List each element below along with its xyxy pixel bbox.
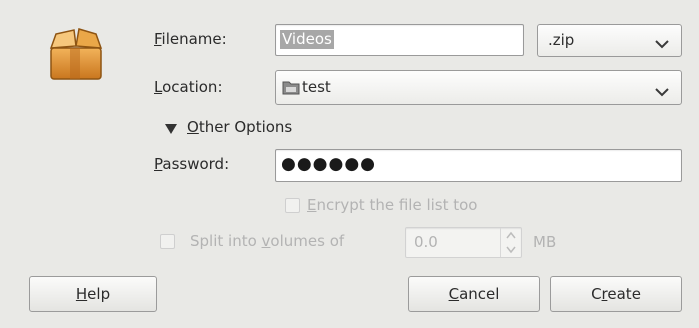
cancel-button[interactable]: Cancel (408, 276, 540, 312)
spinner-buttons[interactable] (500, 228, 521, 257)
extension-value: .zip (548, 31, 575, 49)
filename-label-text: ilename: (161, 30, 227, 48)
filename-value: Videos (280, 30, 334, 49)
create-text-a: C (591, 285, 602, 303)
location-label-text: ocation: (162, 78, 223, 96)
encrypt-label: Encrypt the file list too (307, 196, 478, 214)
split-label: Split into volumes of (190, 232, 344, 250)
chevron-down-icon (655, 35, 669, 53)
triangle-down-icon (165, 121, 177, 139)
folder-icon (282, 79, 300, 99)
help-button[interactable]: Help (29, 276, 157, 312)
archive-package-icon (46, 26, 106, 82)
location-label: Location: (154, 78, 223, 96)
help-text: elp (87, 285, 111, 303)
password-label-text: assword: (162, 155, 230, 173)
create-text-b: eate (607, 285, 641, 303)
password-label: Password: (154, 155, 229, 173)
location-mnemonic: L (154, 78, 163, 96)
filename-input[interactable]: Videos (275, 24, 524, 56)
filename-label: Filename: (154, 30, 227, 48)
encrypt-text: ncrypt the file list too (316, 196, 478, 214)
password-mask: ●●●●●● (281, 154, 377, 174)
encrypt-checkbox-box[interactable] (285, 198, 300, 213)
other-options-text: ther Options (198, 118, 293, 136)
cancel-text: ancel (459, 285, 500, 303)
extension-dropdown[interactable]: .zip (537, 24, 682, 57)
volume-size-spinner[interactable]: 0.0 (405, 227, 522, 258)
password-input[interactable]: ●●●●●● (275, 149, 682, 182)
location-value: test (302, 78, 331, 96)
split-text-a: Split into (190, 232, 262, 250)
filename-mnemonic: F (154, 30, 162, 48)
split-checkbox-box[interactable] (160, 234, 175, 249)
create-button[interactable]: Create (550, 276, 682, 312)
volume-unit: MB (533, 233, 557, 251)
help-mnemonic: H (75, 285, 88, 303)
volume-size-value: 0.0 (414, 233, 438, 251)
chevron-down-icon (655, 83, 669, 101)
other-options-mnemonic: O (187, 118, 199, 136)
cancel-mnemonic: C (448, 285, 460, 303)
other-options-label: Other Options (187, 118, 292, 136)
split-text-b: olumes of (270, 232, 345, 250)
location-dropdown[interactable]: test (275, 70, 682, 105)
